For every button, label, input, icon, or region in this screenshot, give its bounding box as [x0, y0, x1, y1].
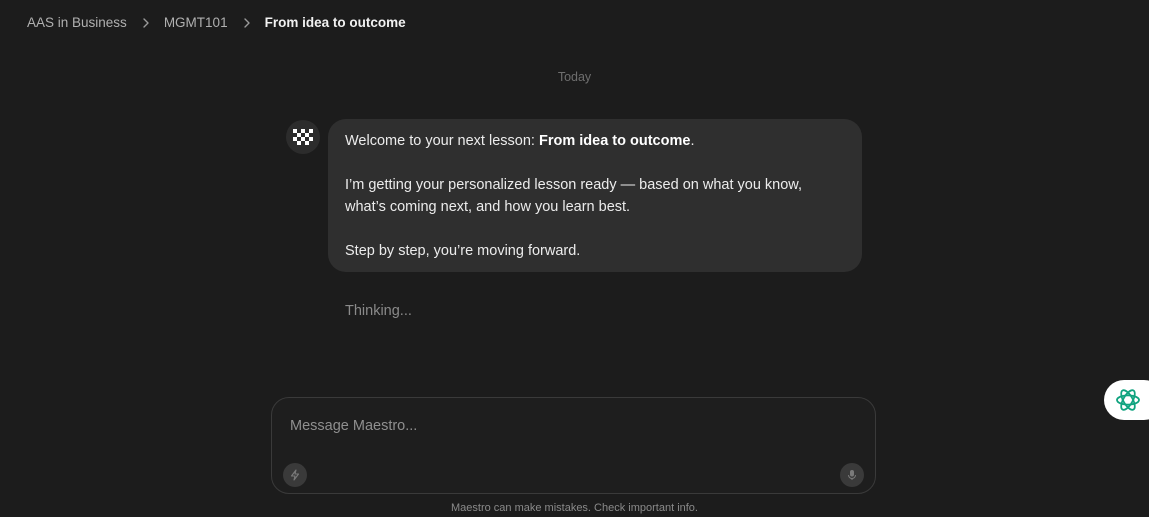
- breadcrumb-item-program[interactable]: AAS in Business: [27, 15, 127, 30]
- message-input[interactable]: [290, 418, 850, 434]
- message-intro-period: .: [690, 133, 695, 149]
- microphone-icon: [848, 470, 856, 480]
- message-paragraph: I’m getting your personalized lesson rea…: [345, 177, 803, 215]
- breadcrumb-item-course[interactable]: MGMT101: [164, 15, 228, 30]
- assistant-message: Welcome to your next lesson: From idea t…: [328, 119, 862, 272]
- message-composer: [271, 397, 876, 494]
- lightning-icon: [290, 469, 300, 481]
- date-divider: Today: [557, 70, 592, 84]
- breadcrumb-item-lesson: From idea to outcome: [264, 15, 406, 30]
- breadcrumb: AAS in Business MGMT101 From idea to out…: [27, 15, 406, 30]
- assistant-avatar: [286, 120, 320, 154]
- chevron-right-icon: [242, 17, 252, 29]
- lesson-title: From idea to outcome: [538, 133, 691, 149]
- message-intro: Welcome to your next lesson: From idea t…: [345, 130, 845, 152]
- checker-logo-icon: [293, 129, 313, 145]
- assistant-launcher-button[interactable]: [1104, 380, 1149, 420]
- chevron-right-icon: [141, 17, 151, 29]
- thinking-status: Thinking...: [345, 303, 412, 319]
- voice-input-button[interactable]: [840, 463, 864, 487]
- disclaimer-text: Maestro can make mistakes. Check importa…: [451, 502, 698, 514]
- message-intro-text: Welcome to your next lesson:: [345, 133, 539, 149]
- quick-actions-button[interactable]: [283, 463, 307, 487]
- message-paragraph: Step by step, you’re moving forward.: [345, 243, 581, 259]
- openai-knot-icon: [1116, 389, 1140, 411]
